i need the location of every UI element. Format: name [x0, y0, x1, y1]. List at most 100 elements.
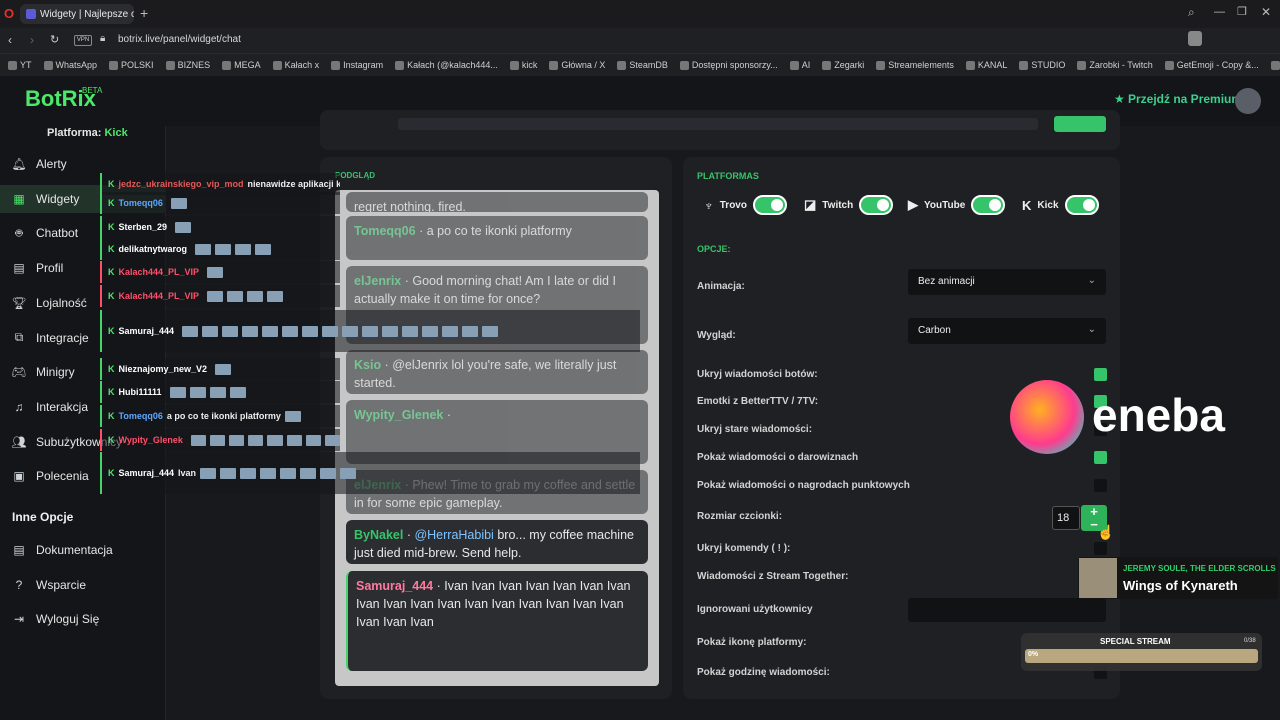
bookmark-item[interactable]: Zegarki	[822, 60, 864, 70]
bookmark-item[interactable]: BIZNES	[165, 60, 210, 70]
platform-toggle[interactable]	[971, 195, 1006, 215]
bookmark-item[interactable]: POLSKI	[109, 60, 154, 70]
bookmark-item[interactable]: YT	[8, 60, 32, 70]
bookmark-item[interactable]: SteamDB	[617, 60, 668, 70]
chevron-down-icon: ⌄	[1087, 324, 1096, 335]
premium-link[interactable]: Przejdź na Premium	[1128, 92, 1242, 106]
kick-badge-icon: K	[108, 435, 115, 445]
mouse-cursor-icon: ☝	[1097, 524, 1115, 540]
copy-button[interactable]	[1054, 116, 1106, 132]
preview-username: Ksio	[354, 358, 382, 372]
look-label: Wygląd:	[697, 330, 736, 341]
kick-badge-icon: K	[108, 291, 115, 301]
platform-toggle[interactable]	[859, 195, 894, 215]
bookmark-item[interactable]: Kałach (@kalach444...	[395, 60, 498, 70]
minimize-icon[interactable]: —	[1214, 6, 1225, 18]
platform-toggle[interactable]	[752, 195, 787, 215]
bookmark-item[interactable]: WhatsApp	[43, 60, 97, 70]
sidebar-item-other[interactable]: ? Wsparcie	[12, 571, 162, 599]
bookmark-favicon-icon	[822, 60, 832, 70]
music-title: Wings of Kynareth	[1123, 578, 1238, 593]
browser-tab[interactable]: Widgety | Najlepsze opro	[20, 4, 134, 24]
widgets-icon: ▦	[13, 191, 25, 206]
bookmark-label: SteamDB	[629, 60, 668, 70]
beta-badge: BETA	[82, 86, 103, 95]
emote-icon	[195, 243, 212, 255]
bookmark-item[interactable]: STUDIO	[1019, 60, 1065, 70]
option-checkbox[interactable]	[1094, 451, 1107, 464]
animation-select[interactable]: Bez animacji ⌄	[908, 269, 1106, 295]
forward-icon[interactable]: ›	[30, 33, 34, 47]
emote-icon	[284, 410, 301, 422]
bookmark-favicon-icon	[1164, 60, 1174, 70]
preview-username: Wypity_Glenek	[354, 408, 444, 422]
preview-label: PODGLĄD	[335, 171, 375, 180]
bookmark-item[interactable]: Instagram	[331, 60, 383, 70]
new-tab-icon[interactable]: +	[140, 5, 148, 21]
bookmark-label: Instagram	[343, 60, 384, 70]
bookmark-item[interactable]: GetEmoji - Copy &...	[1164, 60, 1259, 70]
sidebar-item-label: Widgety	[36, 191, 80, 206]
bookmark-item[interactable]: AI	[789, 60, 810, 70]
kick-badge-icon: K	[108, 387, 115, 397]
bookmark-item[interactable]: MEGA	[222, 60, 261, 70]
avatar[interactable]	[1235, 88, 1261, 114]
sidebar-item-label: Wyloguj Się	[36, 612, 100, 627]
bookmark-item[interactable]: Streamelements	[876, 60, 954, 70]
ignored-users-input[interactable]	[908, 598, 1106, 622]
name-input[interactable]	[398, 118, 1038, 130]
overlay-username: jedzc_ukrainskiego_vip_mod	[118, 179, 244, 189]
overlay-username: delikatnytwarog	[118, 244, 188, 254]
font-size-input[interactable]: 18	[1052, 506, 1080, 530]
bookmark-item[interactable]: Dostępni sponsorzy...	[679, 60, 778, 70]
sidebar-item-label: Profil	[36, 261, 64, 276]
preview-username: ByNakel	[354, 528, 404, 542]
overlay-chat-line: K Wypity_Glenek	[100, 429, 340, 451]
emote-icon	[207, 266, 224, 278]
platform-label: YouTube	[924, 199, 966, 211]
sidebar-item-other[interactable]: ⇥ Wyloguj Się	[12, 605, 162, 633]
back-icon[interactable]: ‹	[8, 33, 12, 47]
vpn-badge[interactable]: VPN	[74, 35, 92, 46]
kick-badge-icon: K	[108, 326, 115, 336]
emote-icon	[222, 325, 239, 337]
option-label: Ukryj wiadomości botów:	[697, 369, 818, 380]
bookmark-item[interactable]: Główna / X	[549, 60, 605, 70]
preview-text: regret nothing. fired.	[354, 200, 466, 212]
search-tabs-icon[interactable]: ⌕	[1188, 5, 1195, 20]
look-value: Carbon	[918, 325, 951, 336]
close-window-icon[interactable]: ✕	[1261, 5, 1271, 19]
preview-message: Samuraj_444 · Ivan Ivan Ivan Ivan Ivan I…	[346, 571, 648, 671]
maximize-icon[interactable]: ❐	[1237, 5, 1247, 18]
preview-username: elJenrix	[354, 274, 402, 288]
platform-indicator: Platforma: Kick	[47, 127, 128, 139]
bookmark-item[interactable]: Kałach x	[272, 60, 319, 70]
sidebar-item-other[interactable]: ▤ Dokumentacja	[12, 536, 162, 564]
reload-icon[interactable]: ↻	[50, 33, 59, 46]
album-art	[1079, 558, 1117, 598]
platform-label: Platforma:	[47, 127, 105, 139]
bookmark-item[interactable]: (3) Vikings, Dont wa...	[1270, 60, 1280, 70]
look-select[interactable]: Carbon ⌄	[908, 318, 1106, 344]
logout-icon: ⇥	[13, 612, 25, 627]
overlay-username: Wypity_Glenek	[118, 435, 183, 445]
bookmark-favicon-icon	[509, 60, 519, 70]
opera-logo-icon[interactable]: O	[4, 6, 16, 21]
bookmark-label: Zarobki - Twitch	[1089, 60, 1153, 70]
profile-icon[interactable]	[1188, 31, 1202, 46]
emote-icon	[282, 325, 299, 337]
platform-kick: K Kick	[1022, 195, 1099, 215]
bookmark-favicon-icon	[43, 60, 53, 70]
section-other-options: Inne Opcje	[12, 510, 74, 524]
bookmark-item[interactable]: kick	[509, 60, 537, 70]
platform-toggle[interactable]	[1064, 195, 1099, 215]
option-checkbox[interactable]	[1094, 368, 1107, 381]
bookmark-label: Kałach (@kalach444...	[407, 60, 498, 70]
hide-commands-checkbox[interactable]	[1094, 542, 1107, 555]
preview-text: a po co te ikonki platformy	[426, 224, 572, 238]
bookmark-item[interactable]: Zarobki - Twitch	[1077, 60, 1153, 70]
url-field[interactable]: botrix.live/panel/widget/chat	[118, 34, 241, 45]
bookmark-item[interactable]: KANAL	[965, 60, 1007, 70]
option-checkbox[interactable]	[1094, 479, 1107, 492]
gamepad-icon: 🎮︎	[11, 365, 27, 380]
